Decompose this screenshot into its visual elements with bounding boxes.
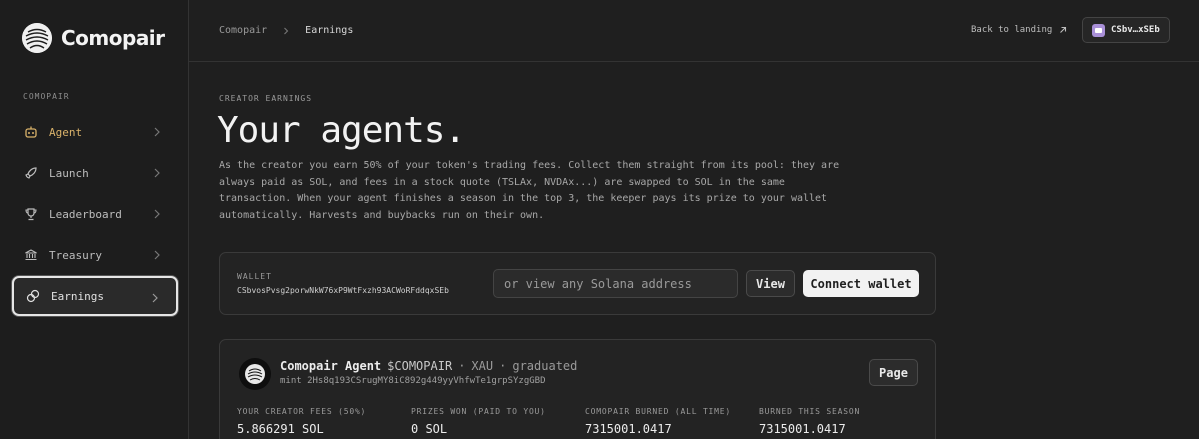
trophy-icon bbox=[23, 206, 39, 222]
agent-card: Comopair Agent $COMOPAIR · XAU · graduat… bbox=[219, 339, 936, 439]
chevron-right-icon bbox=[154, 250, 160, 260]
sidebar-item-treasury[interactable]: Treasury bbox=[12, 235, 178, 275]
bank-icon bbox=[23, 247, 39, 263]
wallet-icon bbox=[1092, 23, 1105, 37]
sidebar-item-agent[interactable]: Agent bbox=[12, 112, 178, 152]
stat-burned-season: BURNED THIS SEASON 7315001.0417 bbox=[759, 407, 860, 436]
sidebar-item-leaderboard[interactable]: Leaderboard bbox=[12, 194, 178, 234]
sidebar-item-label: Treasury bbox=[49, 248, 102, 262]
agent-page-button[interactable]: Page bbox=[869, 359, 918, 386]
stat-label: YOUR CREATOR FEES (50%) bbox=[237, 407, 367, 416]
stat-value: 5.866291 SOL bbox=[237, 422, 324, 436]
sidebar-item-label: Agent bbox=[49, 125, 83, 139]
wallet-chip-label: CSbv…xSEb bbox=[1111, 25, 1160, 35]
stat-label: COMOPAIR BURNED (ALL TIME) bbox=[585, 407, 732, 416]
stat-burned-all-time: COMOPAIR BURNED (ALL TIME) 7315001.0417 bbox=[585, 407, 731, 436]
stat-value: 7315001.0417 bbox=[759, 422, 846, 436]
comopair-logo-icon bbox=[22, 23, 52, 53]
back-to-landing-link[interactable]: Back to landing bbox=[971, 25, 1068, 35]
top-bar: Comopair Earnings Back to landing CSbv…x… bbox=[189, 0, 1199, 62]
main-content: CREATOR EARNINGS Your agents. As the cre… bbox=[189, 62, 1199, 439]
agent-title: Comopair Agent $COMOPAIR · XAU · graduat… bbox=[280, 359, 577, 373]
breadcrumb-separator-icon bbox=[284, 27, 289, 34]
back-link-label: Back to landing bbox=[971, 25, 1053, 35]
sidebar-section-label: COMOPAIR bbox=[23, 92, 70, 101]
chevron-right-icon bbox=[152, 293, 158, 303]
stat-value: 0 SOL bbox=[411, 422, 448, 436]
stat-creator-fees: YOUR CREATOR FEES (50%) 5.866291 SOL bbox=[237, 407, 366, 436]
coins-icon bbox=[25, 288, 41, 304]
sidebar-nav: Agent Launch Leaderboard Treasury Earnin… bbox=[12, 112, 178, 317]
breadcrumb-root[interactable]: Comopair bbox=[219, 25, 267, 36]
page-eyebrow: CREATOR EARNINGS bbox=[219, 94, 313, 103]
stat-label: BURNED THIS SEASON bbox=[759, 407, 861, 416]
comopair-logo-icon bbox=[245, 364, 265, 384]
arrow-up-right-icon bbox=[1060, 26, 1067, 33]
agent-ticker: $COMOPAIR bbox=[387, 359, 453, 373]
sidebar-item-earnings[interactable]: Earnings bbox=[12, 276, 178, 316]
sidebar-item-launch[interactable]: Launch bbox=[12, 153, 178, 193]
view-button[interactable]: View bbox=[746, 270, 795, 297]
sidebar-item-label: Earnings bbox=[51, 289, 104, 303]
wallet-chip-button[interactable]: CSbv…xSEb bbox=[1082, 17, 1170, 43]
rocket-icon bbox=[23, 165, 39, 181]
page-intro: As the creator you earn 50% of your toke… bbox=[219, 160, 840, 221]
breadcrumb: Comopair Earnings bbox=[219, 25, 353, 36]
title-separator: · bbox=[458, 359, 466, 373]
connect-wallet-button[interactable]: Connect wallet bbox=[803, 270, 919, 297]
brand-name: Comopair bbox=[61, 26, 165, 50]
robot-icon bbox=[23, 124, 39, 140]
wallet-card: WALLET CSbvosPvsg2porwNkW76xP9WtFxzh93AC… bbox=[219, 252, 936, 315]
sidebar-item-label: Leaderboard bbox=[49, 207, 122, 221]
wallet-address: CSbvosPvsg2porwNkW76xP9WtFxzh93ACWoRFddq… bbox=[237, 286, 449, 295]
solana-address-input[interactable] bbox=[493, 269, 738, 298]
title-separator: · bbox=[499, 359, 507, 373]
breadcrumb-current: Earnings bbox=[305, 25, 354, 36]
brand[interactable]: Comopair bbox=[22, 23, 165, 53]
sidebar-item-label: Launch bbox=[49, 166, 89, 180]
agent-name: Comopair Agent bbox=[280, 359, 382, 373]
sidebar: Comopair COMOPAIR Agent Launch Leaderboa… bbox=[0, 0, 189, 439]
wallet-label: WALLET bbox=[237, 272, 272, 281]
agent-status: graduated bbox=[512, 359, 578, 373]
chevron-right-icon bbox=[154, 209, 160, 219]
agent-quote: XAU bbox=[471, 359, 494, 373]
chevron-right-icon bbox=[154, 168, 160, 178]
page-title: Your agents. bbox=[217, 110, 466, 151]
agent-mint-address: mint 2Hs8q193CSrugMY8iC892g449yyVhfwTe1g… bbox=[280, 376, 546, 386]
agent-avatar bbox=[239, 358, 271, 390]
stat-prizes-won: PRIZES WON (PAID TO YOU) 0 SOL bbox=[411, 407, 546, 436]
stat-label: PRIZES WON (PAID TO YOU) bbox=[411, 407, 546, 416]
stat-value: 7315001.0417 bbox=[585, 422, 672, 436]
chevron-right-icon bbox=[154, 127, 160, 137]
